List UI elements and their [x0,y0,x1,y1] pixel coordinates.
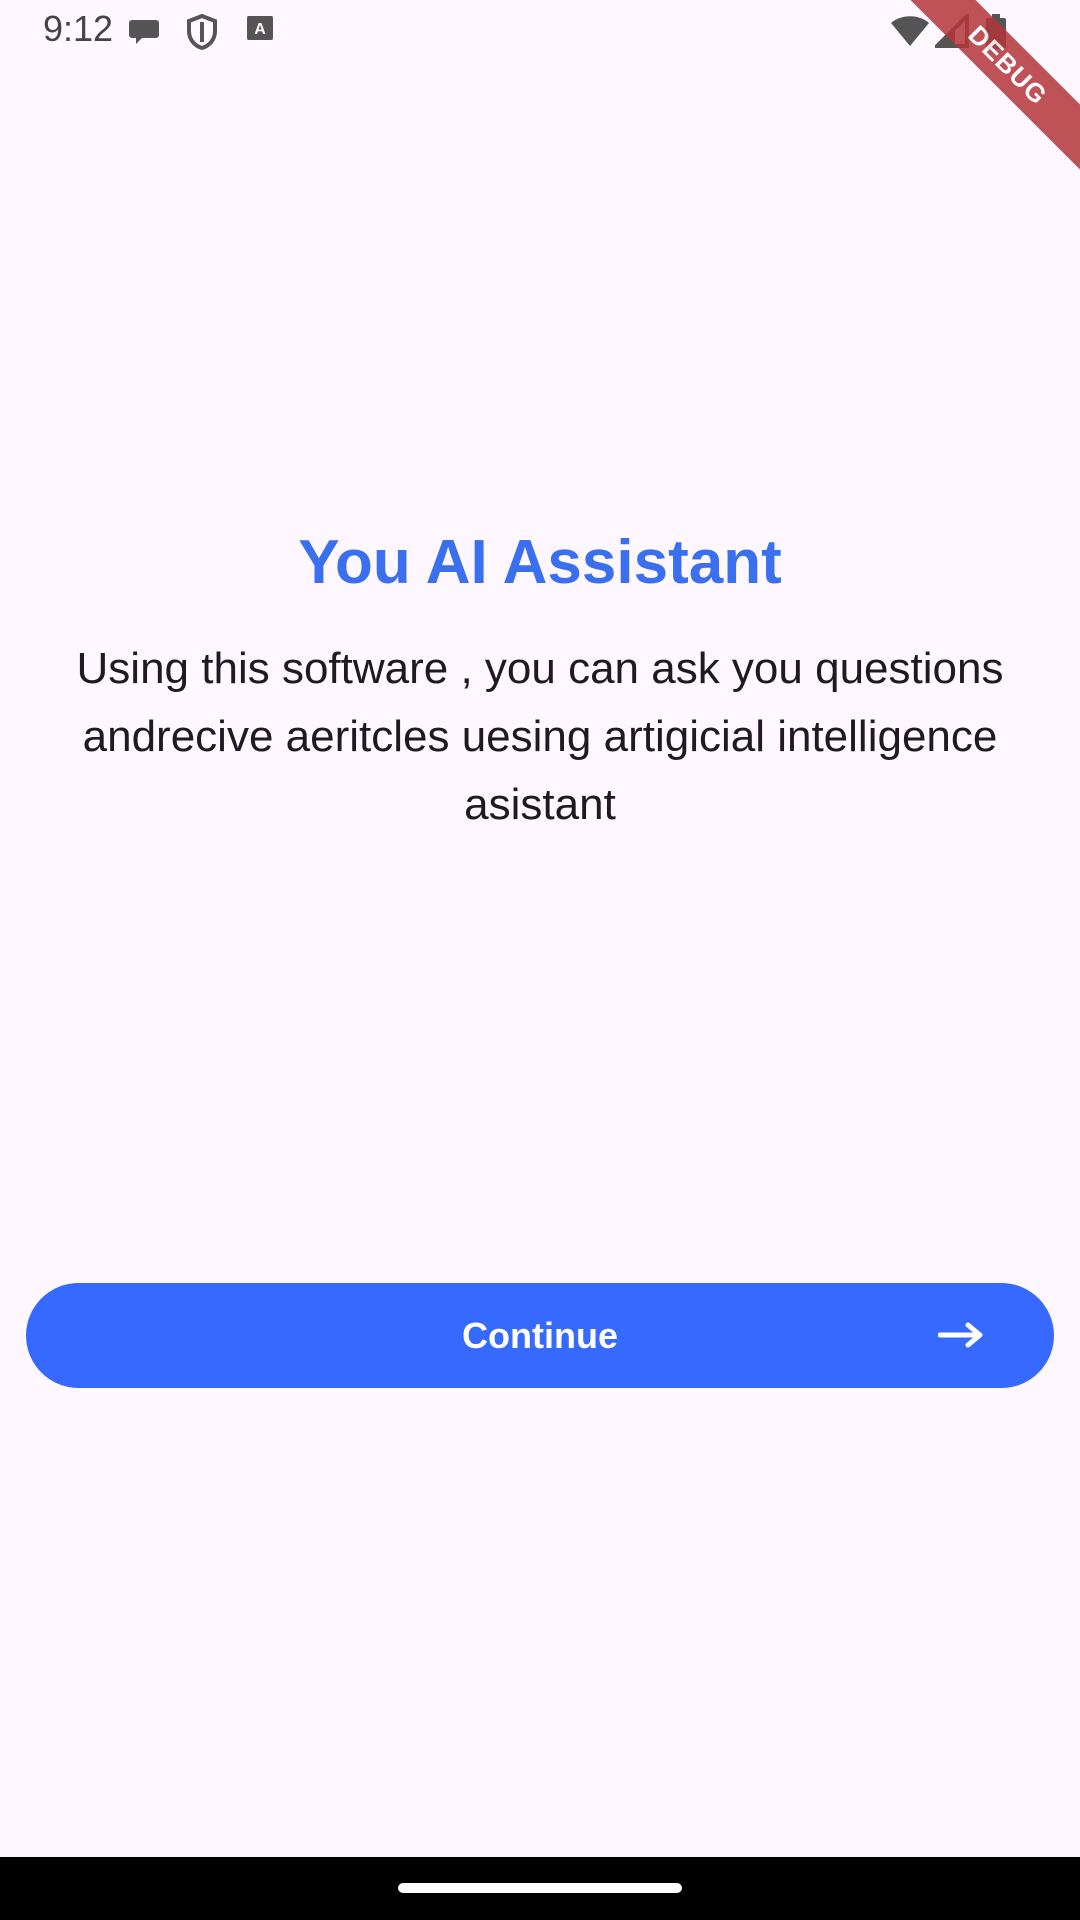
arrow-right-icon [937,1317,984,1356]
shield-icon [186,13,218,55]
svg-text:A: A [254,21,266,38]
chat-bubble-icon [128,14,162,53]
continue-button-label: Continue [462,1315,618,1356]
page-title: You AI Assistant [298,528,782,597]
navigation-bar [0,1857,1080,1920]
signal-icon [932,11,969,53]
page-description: Using this software , you can ask you qu… [76,644,1004,829]
continue-button[interactable]: Continue [26,1283,1054,1388]
onboarding-screen: 9:12 A DEBUG You AI Assistant Using this… [0,0,1080,1920]
status-bar: 9:12 A [0,0,1080,62]
battery-icon [985,14,1007,55]
home-gesture-handle[interactable] [398,1883,682,1893]
status-time: 9:12 [43,8,114,49]
wifi-icon [890,14,930,53]
keyboard-a-icon: A [247,14,273,47]
